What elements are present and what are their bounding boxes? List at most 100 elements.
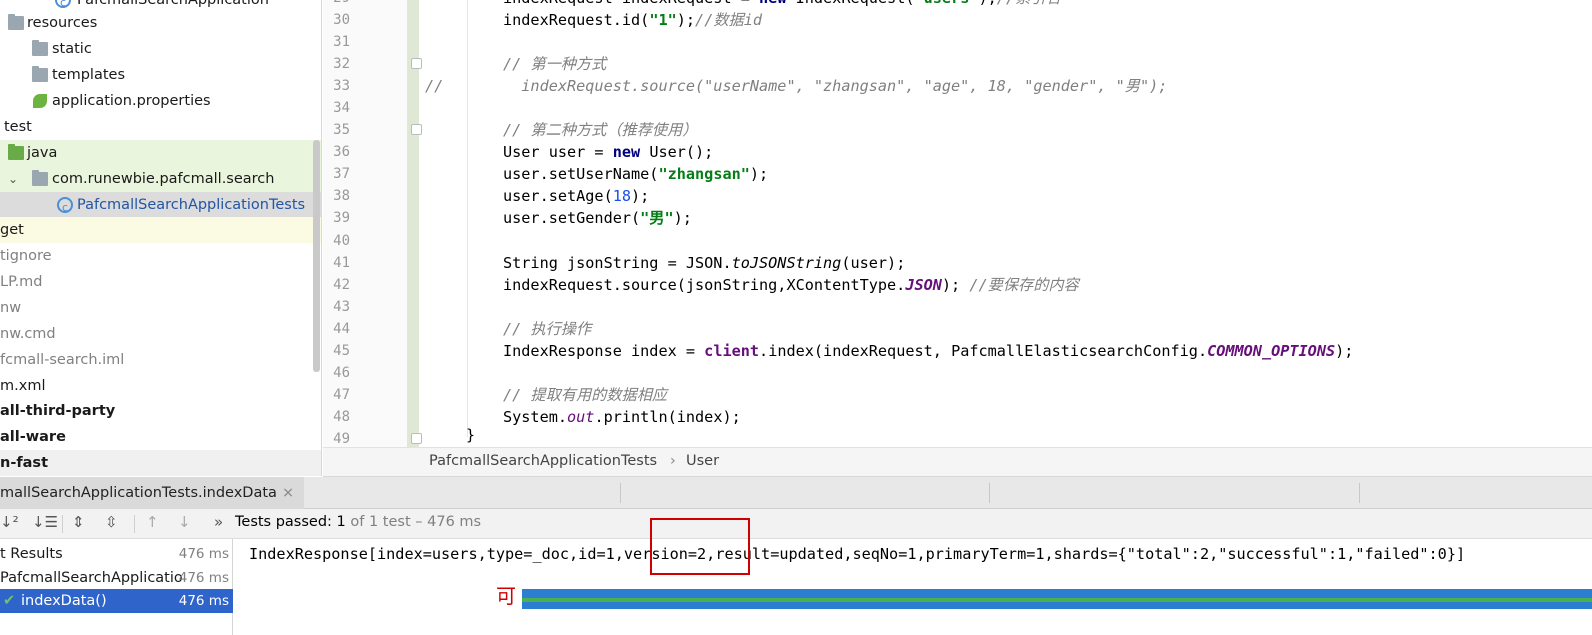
tree-item-templates[interactable]: templates [0,62,321,88]
closing-brace: } [466,426,476,444]
code-line[interactable]: user.setAge(18); [503,185,649,207]
fold-marker-icon[interactable] [411,58,422,69]
code-line[interactable]: user.setGender("男"); [503,207,692,229]
redaction-stripe [522,598,1592,602]
project-tree: PafcmallSearchApplication resources stat… [0,0,322,476]
code-line[interactable]: indexRequest.source(jsonString,XContentT… [503,274,1079,296]
tree-item-static[interactable]: static [0,36,321,62]
line-number: 44 [333,321,350,337]
test-status: Tests passed: 1 of 1 test – 476 ms [235,514,481,530]
line-number: 36 [333,144,350,160]
tree-item-iml[interactable]: fcmall-search.iml [0,347,321,373]
line-number: 38 [333,188,350,204]
line-number: 29 [323,0,350,9]
next-failed-icon[interactable]: ↓ [178,513,191,531]
package-folder-icon [32,170,48,186]
expand-all-icon[interactable]: ⇕ [72,513,85,531]
line-number: 37 [333,166,350,182]
tree-item-gitignore[interactable]: tignore [0,243,321,269]
tree-item-label: nw [0,300,22,316]
result-time: 476 ms [178,570,229,586]
divider [989,483,990,503]
code-line[interactable]: User user = new User(); [503,141,713,163]
line-number: 31 [333,34,350,50]
code-line[interactable]: // 第一种方式 [503,53,606,75]
fold-marker-icon[interactable] [411,124,422,135]
tab-label: mallSearchApplicationTests.indexData [0,485,277,501]
tree-item-label: PafcmallSearchApplicationTests [77,197,306,213]
line-number: 40 [333,233,350,249]
tree-item-module-ware[interactable]: all-ware [0,424,321,450]
tree-item-test[interactable]: test [0,114,321,140]
line-number: 42 [333,277,350,293]
code-line[interactable]: // 执行操作 [503,318,591,340]
test-results-tree: t Results 476 ms PafcmallSearchApplicati… [0,539,233,635]
folder-icon [32,40,48,56]
results-method[interactable]: ✔ indexData() 476 ms [0,589,233,613]
code-line[interactable]: // 第二种方式（推荐使用） [503,119,698,141]
result-label: PafcmallSearchApplicatio [0,570,183,586]
check-icon: ✔ [3,593,16,609]
tree-item-package[interactable]: ⌄ com.runewbie.pafcmall.search [0,166,321,192]
tree-item-label: resources [27,15,98,31]
tree-item-java[interactable]: java [0,140,321,166]
tree-item-tests-class[interactable]: PafcmallSearchApplicationTests [0,192,321,221]
divider [134,515,135,533]
divider [1359,483,1360,503]
results-class[interactable]: PafcmallSearchApplicatio 476 ms [0,566,233,590]
code-line[interactable]: IndexResponse index = client.index(index… [503,340,1353,362]
code-line[interactable]: indexRequest.id("1");//数据id [503,9,762,31]
tree-item-module-fast[interactable]: n-fast [0,450,321,476]
breadcrumb: PafcmallSearchApplicationTests › User [323,447,1592,477]
fold-marker-icon[interactable] [411,433,422,444]
breadcrumb-class[interactable]: PafcmallSearchApplicationTests [429,453,657,469]
code-line[interactable]: user.setUserName("zhangsan"); [503,163,768,185]
tree-item-application-properties[interactable]: application.properties [0,88,321,114]
more-icon[interactable]: » [214,513,223,531]
tree-item-label: m.xml [0,378,46,394]
sort-duration-icon[interactable]: ↓☰ [32,513,58,531]
code-line[interactable]: // 提取有用的数据相应 [503,384,667,406]
line-number: 32 [333,56,350,72]
tree-item-resources[interactable]: resources [0,10,321,36]
line-number: 33 [333,78,350,94]
chevron-down-icon[interactable]: ⌄ [8,166,18,192]
prev-failed-icon[interactable]: ↑ [146,513,159,531]
results-root[interactable]: t Results 476 ms [0,542,233,566]
folder-icon [32,66,48,82]
tree-item-mvnw[interactable]: nw [0,295,321,321]
code-line[interactable]: String jsonString = JSON.toJSONString(us… [503,252,905,274]
line-number: 48 [333,409,350,425]
resources-folder-icon [8,14,24,30]
console-output[interactable]: IndexResponse[index=users,type=_doc,id=1… [234,518,1592,635]
tree-item-label: nw.cmd [0,326,56,342]
collapse-all-icon[interactable]: ⇳ [105,513,118,531]
redaction-bar [522,589,1592,609]
result-time: 476 ms [178,593,229,609]
status-count: 1 [336,514,346,530]
close-icon[interactable]: × [282,477,294,509]
line-number: 45 [333,343,350,359]
divider [620,483,621,503]
result-label: indexData() [21,593,107,609]
tree-item-label: get [0,222,24,238]
tab-run-configuration[interactable]: mallSearchApplicationTests.indexData × [0,477,304,509]
tree-item-help-md[interactable]: LP.md [0,269,321,295]
tree-item-label: LP.md [0,274,43,290]
class-icon [55,0,71,16]
code-line[interactable]: indexRequest indexRequest = new IndexReq… [503,0,1061,9]
tree-item-module-third-party[interactable]: all-third-party [0,398,321,424]
line-number: 30 [333,12,350,28]
result-label: t Results [0,546,63,562]
sort-alpha-icon[interactable]: ↓² [0,513,19,531]
tree-item-label: com.runewbie.pafcmall.search [52,171,275,187]
tree-item-mvnw-cmd[interactable]: nw.cmd [0,321,321,347]
tree-item-target[interactable]: get [0,217,321,243]
breadcrumb-member[interactable]: User [686,453,719,469]
tree-scrollbar[interactable] [313,140,320,372]
line-number: 41 [333,255,350,271]
tree-item-pom[interactable]: m.xml [0,373,321,399]
code-line[interactable]: System.out.println(index); [503,406,741,428]
code-line[interactable]: indexRequest.source("userName", "zhangsa… [503,75,1167,97]
line-number: 43 [333,299,350,315]
